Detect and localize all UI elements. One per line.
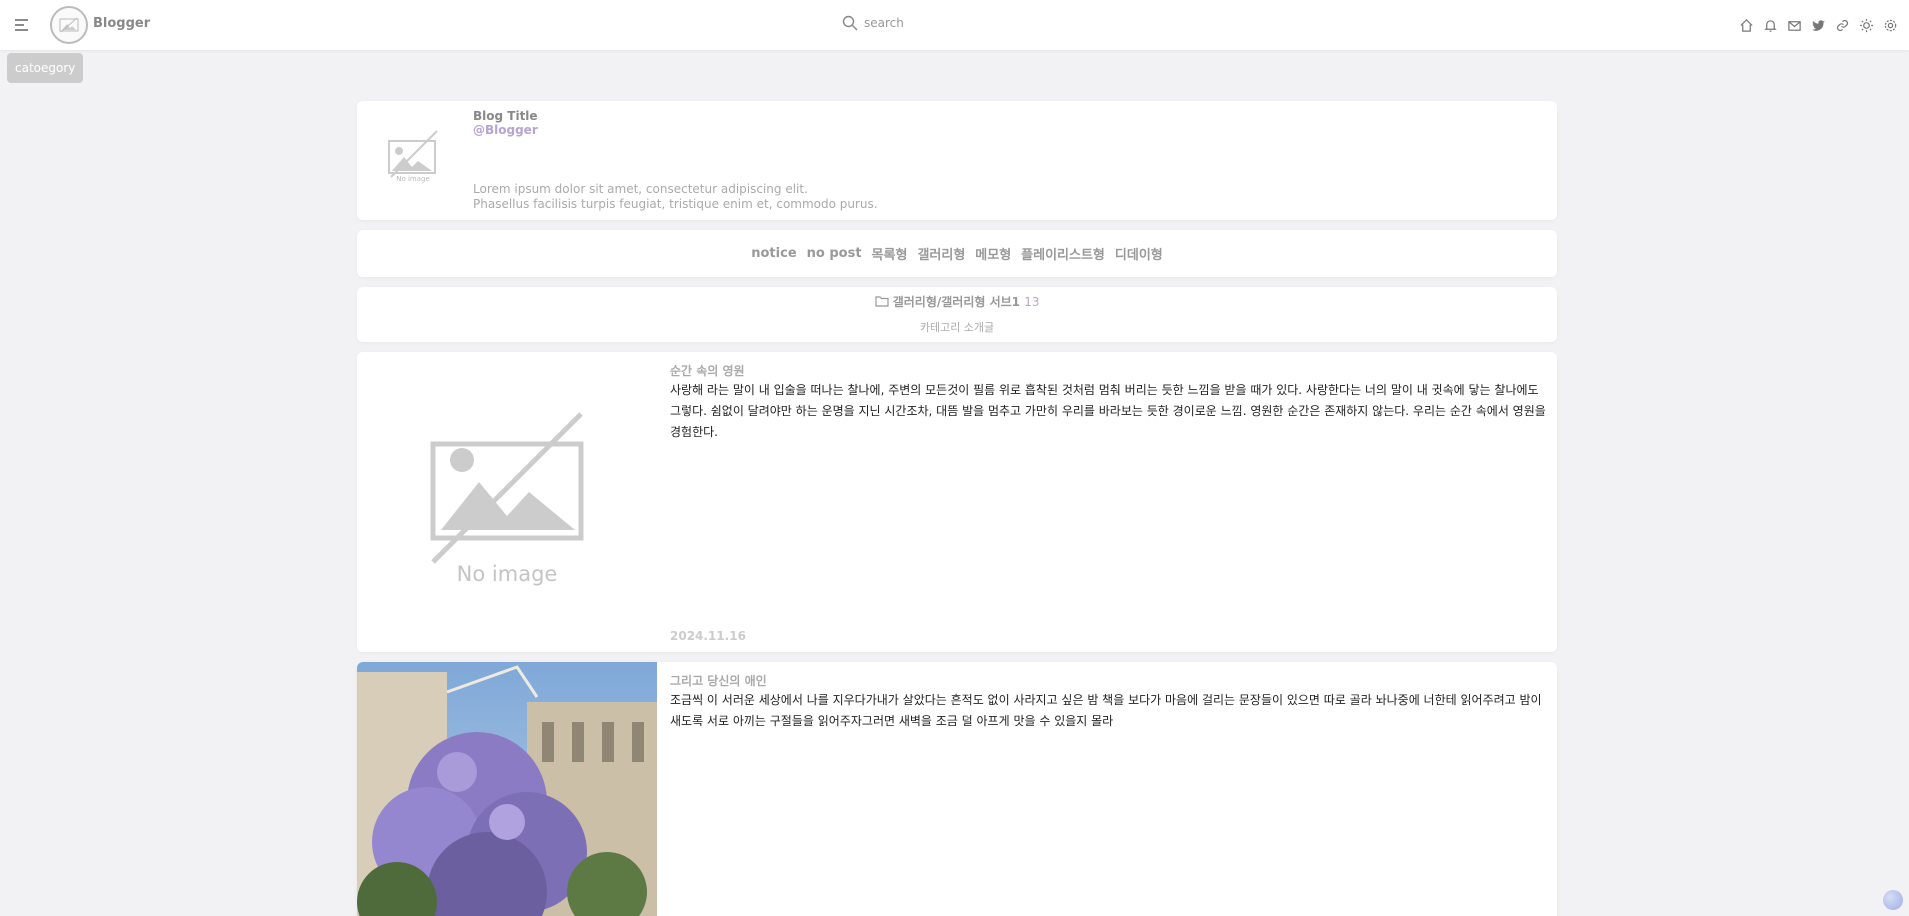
no-image-icon [59,17,79,33]
no-image-label: No image [456,562,558,586]
settings-icon[interactable] [1881,16,1899,34]
nav-item-gallery[interactable]: 갤러리형 [917,244,965,263]
nav-item-list[interactable]: 목록형 [872,244,908,263]
no-image-icon [430,412,584,564]
post-card[interactable]: No image 순간 속의 영원 사랑해 라는 말이 내 입술을 떠나는 찰나… [357,352,1557,652]
category-button[interactable]: catoegory [7,53,84,83]
scroll-top-button[interactable] [1883,890,1903,910]
post-title[interactable]: 그리고 당신의 애인 [670,672,767,689]
post-excerpt: 조금씩 이 서러운 세상에서 나를 지우다가내가 살았다는 흔적도 없이 사라지… [670,693,1542,728]
blog-handle[interactable]: @Blogger [473,123,538,137]
header-icons [1737,16,1899,34]
search-input[interactable]: search [864,16,904,30]
folder-icon [874,296,889,307]
category-count: 13 [1024,295,1040,309]
flowering-tree-photo [357,662,657,916]
search-icon [842,15,858,31]
link-icon[interactable] [1833,16,1851,34]
blog-description-line: Phasellus facilisis turpis feugiat, tris… [473,197,878,211]
blog-title: Blog Title [473,109,538,123]
top-bar: Blogger search [0,0,1909,50]
search-bar[interactable]: search [842,15,904,31]
post-thumbnail[interactable] [357,662,657,916]
category-description: 카테고리 소개글 [919,321,995,334]
nav-item-memo[interactable]: 메모형 [975,244,1011,263]
blog-logo[interactable] [50,6,88,44]
profile-card: No image Blog Title @Blogger Lorem ipsum… [357,101,1557,220]
blog-name[interactable]: Blogger [93,16,150,31]
post-date: 2024.11.16 [670,629,746,643]
profile-image: No image [387,129,439,187]
nav-item-notice[interactable]: notice [751,246,796,261]
post-excerpt: 사랑해 라는 말이 내 입술을 떠나는 찰나에, 주변의 모든것이 필름 위로 … [670,383,1546,439]
no-image-label: No image [396,175,430,183]
nav-item-playlist[interactable]: 플레이리스트형 [1021,244,1105,263]
category-path-label: 갤러리형/갤러리형 서브1 [892,295,1021,309]
bell-icon[interactable] [1761,16,1779,34]
mail-icon[interactable] [1785,16,1803,34]
menu-icon[interactable] [14,17,30,33]
post-card[interactable]: 그리고 당신의 애인 조금씩 이 서러운 세상에서 나를 지우다가내가 살았다는… [357,662,1557,916]
category-info-card: 갤러리형/갤러리형 서브1 13 카테고리 소개글 [357,287,1557,342]
post-thumbnail[interactable]: No image [357,352,657,652]
home-icon[interactable] [1737,16,1755,34]
sun-icon[interactable] [1857,16,1875,34]
twitter-icon[interactable] [1809,16,1827,34]
blog-description: Lorem ipsum dolor sit amet, consectetur … [473,182,878,212]
nav-item-no-post[interactable]: no post [807,246,862,261]
nav-item-dday[interactable]: 디데이형 [1115,244,1163,263]
blog-description-line: Lorem ipsum dolor sit amet, consectetur … [473,182,808,196]
post-title[interactable]: 순간 속의 영원 [670,362,745,379]
category-nav: notice no post 목록형 갤러리형 메모형 플레이리스트형 디데이형 [357,230,1557,277]
category-path: 갤러리형/갤러리형 서브1 13 [357,293,1557,310]
